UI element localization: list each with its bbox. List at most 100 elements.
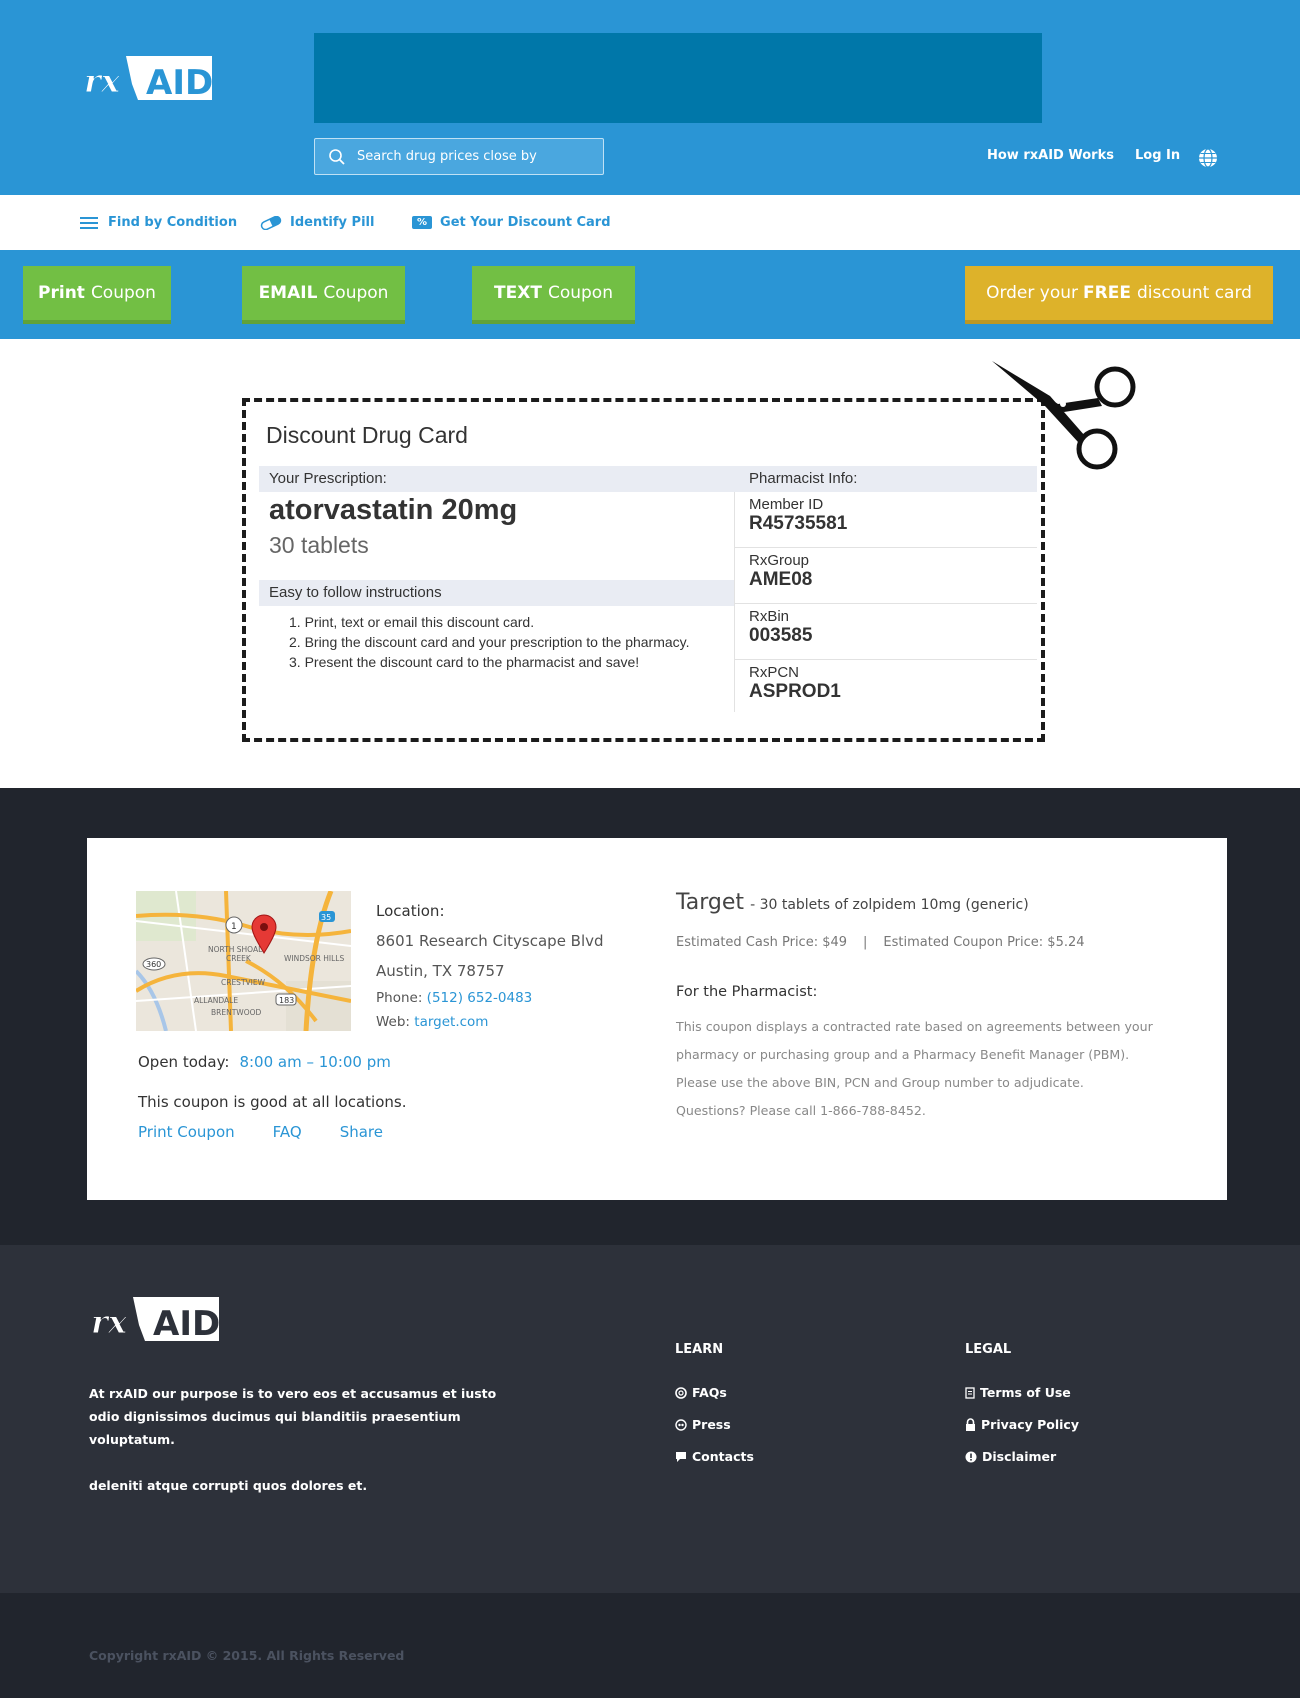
order-discount-card-button[interactable]: Order your FREE discount card [965, 266, 1273, 324]
globe-icon[interactable] [1198, 148, 1218, 168]
press-label: Press [692, 1417, 731, 1432]
pill-icon [260, 215, 282, 230]
instructions-list: 1. Print, text or email this discount ca… [289, 614, 690, 674]
disclaimer-label: Disclaimer [982, 1449, 1057, 1464]
map-route-label: 35 [321, 913, 331, 922]
instruction-item: 2. Bring the discount card and your pres… [289, 634, 690, 650]
text-button-label: Coupon [547, 283, 613, 303]
map-route-label: 183 [279, 996, 294, 1005]
document-icon [965, 1386, 975, 1399]
map-area-label: WINDSOR HILLS [284, 954, 344, 963]
svg-text:AID: AID [146, 63, 212, 102]
search-input[interactable] [357, 149, 587, 164]
rxpcn-value: ASPROD1 [749, 681, 841, 702]
svg-text:rx: rx [84, 62, 121, 100]
faqs-link[interactable]: FAQs [675, 1385, 727, 1400]
find-by-condition-label: Find by Condition [108, 215, 238, 230]
map-route-label: 360 [146, 960, 161, 969]
instructions-header: Easy to follow instructions [259, 580, 734, 606]
how-it-works-link[interactable]: How rxAID Works [987, 148, 1114, 163]
footer-about-text: At rxAID our purpose is to vero eos et a… [89, 1386, 497, 1447]
legal-heading: LEGAL [965, 1342, 1012, 1357]
pharmacy-panel: 1 35 360 183 NORTH SHOAL CREEK WINDSOR H… [87, 838, 1227, 1200]
pharmacy-links: Print Coupon FAQ Share [138, 1123, 383, 1141]
member-id-row: Member ID R45735581 [734, 492, 1037, 548]
email-coupon-button[interactable]: EMAIL Coupon [242, 266, 405, 324]
map-area-label: CREEK [226, 954, 252, 963]
get-discount-card-label: Get Your Discount Card [440, 215, 611, 230]
print-button-label: Coupon [90, 283, 156, 303]
privacy-link[interactable]: Privacy Policy [965, 1417, 1079, 1432]
prescription-header: Your Prescription: [259, 466, 734, 492]
web-link[interactable]: target.com [414, 1014, 488, 1030]
lock-icon [965, 1418, 976, 1431]
map-area-label: BRENTWOOD [211, 1008, 262, 1017]
web-label: Web: [376, 1014, 410, 1030]
site-footer: rx AID At rxAID our purpose is to vero e… [0, 1245, 1300, 1593]
site-header: rx AID How rxAID Works Log In [0, 0, 1300, 195]
discount-drug-card: Discount Drug Card Your Prescription: Ph… [242, 398, 1045, 742]
search-bar[interactable] [314, 138, 604, 175]
map-area-label: CRESTVIEW [221, 978, 266, 987]
map-thumbnail[interactable]: 1 35 360 183 NORTH SHOAL CREEK WINDSOR H… [136, 891, 351, 1031]
find-by-condition-link[interactable]: Find by Condition [80, 215, 237, 230]
quote-icon [675, 1418, 687, 1431]
learn-heading: LEARN [675, 1342, 724, 1357]
share-link[interactable]: Share [340, 1123, 383, 1141]
price-info: Estimated Cash Price: $49 | Estimated Coup… [676, 935, 1085, 950]
menu-icon [80, 216, 100, 230]
map-route-label: 1 [231, 922, 237, 932]
coupon-valid-note: This coupon is good at all locations. [138, 1093, 407, 1111]
phone-link[interactable]: (512) 652-0483 [427, 990, 533, 1006]
print-button-bold: Print [38, 283, 85, 303]
rxpcn-row: RxPCN ASPROD1 [734, 660, 1037, 716]
svg-text:rx: rx [91, 1303, 128, 1341]
order-button-post: discount card [1136, 283, 1252, 303]
copyright-text: Copyright rxAID © 2015. All Rights Reser… [89, 1648, 405, 1663]
coupon-price: Estimated Coupon Price: $5.24 [883, 935, 1085, 950]
print-coupon-link[interactable]: Print Coupon [138, 1123, 235, 1141]
footer-about: At rxAID our purpose is to vero eos et a… [89, 1382, 519, 1497]
store-title: Target - 30 tablets of zolpidem 10mg (gen… [676, 890, 1029, 915]
for-pharmacist-heading: For the Pharmacist: [676, 984, 818, 1000]
rxgroup-value: AME08 [749, 569, 813, 590]
rxbin-label: RxBin [749, 608, 790, 625]
terms-link[interactable]: Terms of Use [965, 1385, 1071, 1400]
map-area-label: ALLANDALE [194, 996, 238, 1005]
instruction-item: 1. Print, text or email this discount ca… [289, 614, 535, 630]
terms-label: Terms of Use [980, 1385, 1071, 1400]
footer-about-text: deleniti atque corrupti quos dolores et. [89, 1478, 368, 1493]
open-hours: Open today: 8:00 am – 10:00 pm [138, 1053, 391, 1071]
open-label: Open today: [138, 1053, 230, 1071]
address-line-2: Austin, TX 78757 [376, 962, 505, 980]
faqs-label: FAQs [692, 1385, 727, 1400]
identify-pill-link[interactable]: Identify Pill [260, 215, 374, 230]
rxgroup-row: RxGroup AME08 [734, 548, 1037, 604]
drug-name: atorvastatin 20mg [269, 494, 518, 526]
faq-link[interactable]: FAQ [273, 1123, 302, 1141]
map-area-label: NORTH SHOAL [208, 945, 263, 954]
login-link[interactable]: Log In [1135, 148, 1180, 163]
member-id-value: R45735581 [749, 513, 848, 534]
chat-icon [675, 1451, 687, 1463]
footer-logo[interactable]: rx AID [89, 1295, 220, 1344]
percent-icon: % [412, 216, 433, 229]
pharmacist-note: This coupon displays a contracted rate b… [676, 1019, 1153, 1118]
disclaimer-link[interactable]: Disclaimer [965, 1449, 1056, 1464]
print-coupon-button[interactable]: Print Coupon [23, 266, 171, 324]
text-coupon-button[interactable]: TEXT Coupon [472, 266, 635, 324]
rxgroup-label: RxGroup [749, 552, 810, 569]
get-discount-card-link[interactable]: % Get Your Discount Card [412, 215, 611, 230]
location-block: Location: 8601 Research Cityscape Blvd A… [376, 896, 604, 1034]
press-link[interactable]: Press [675, 1417, 731, 1432]
alert-icon [965, 1451, 977, 1463]
address-line-1: 8601 Research Cityscape Blvd [376, 932, 604, 950]
footer-bottom-bar: Copyright rxAID © 2015. All Rights Reser… [0, 1593, 1300, 1698]
search-icon [329, 148, 345, 165]
ad-banner[interactable] [314, 33, 1042, 123]
rxaid-logo[interactable]: rx AID [82, 54, 213, 103]
email-button-bold: EMAIL [258, 283, 318, 303]
contacts-link[interactable]: Contacts [675, 1449, 754, 1464]
identify-pill-label: Identify Pill [290, 215, 375, 230]
svg-text:AID: AID [153, 1304, 219, 1343]
